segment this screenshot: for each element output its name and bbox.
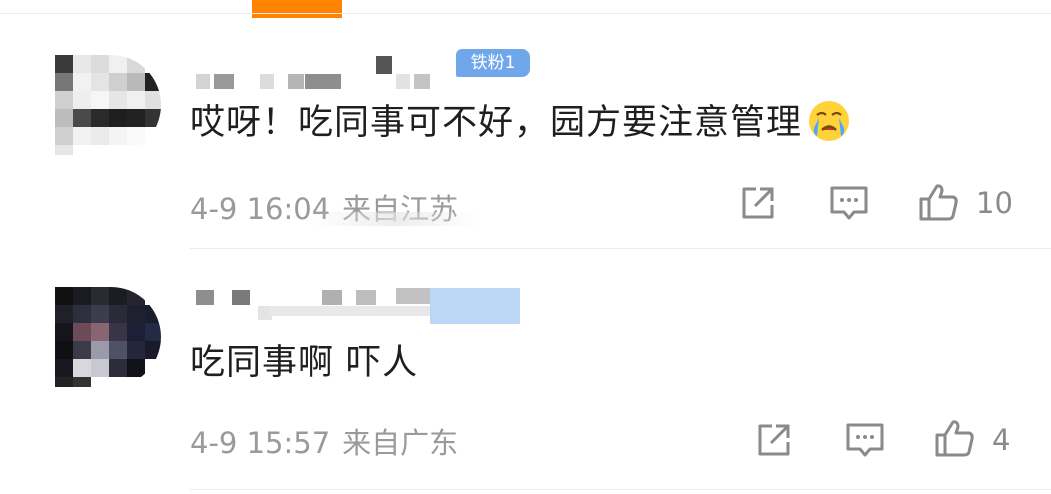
comment-time: 4-9 15:57 [190,426,331,460]
like-count: 4 [992,423,1011,457]
bottom-divider [190,489,1051,490]
like-icon[interactable] [933,416,977,460]
comment-meta: 4-9 15:57 来自广东 [190,420,458,462]
badge-redacted [430,288,520,324]
comment-icon[interactable] [843,418,887,462]
comment-divider [190,248,1051,249]
comment-item-2: 吃同事啊 吓人 4-9 15:57 来自广东 4 [0,0,1051,460]
share-icon[interactable] [752,418,796,462]
avatar[interactable] [55,287,161,387]
comment-text: 吃同事啊 吓人 [190,343,419,383]
comment-location: 来自广东 [342,426,459,460]
